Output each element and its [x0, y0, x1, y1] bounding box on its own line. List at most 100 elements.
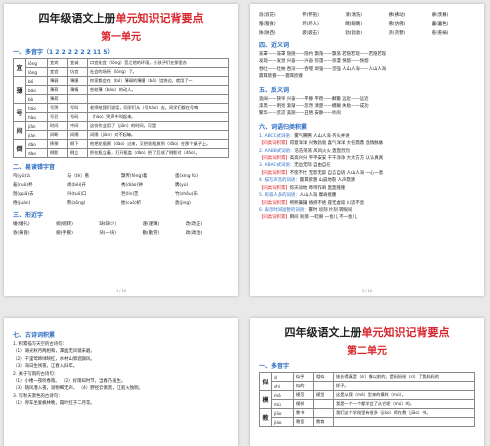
category-tag: 4. 描写声音的词语：: [259, 178, 300, 184]
word-categories-list: 1. ABCC式词语：雾气腾腾 人山人海 齐头并进 【同类词积累】得意洋洋 兴致勃…: [259, 133, 475, 222]
easy-word: 飘传(fēng)着: [121, 174, 148, 179]
pinyin-cell: dǎo: [25, 139, 48, 149]
pinyin-cell: jiàn: [25, 130, 48, 140]
word-cell: 似乎: [293, 372, 314, 382]
word-cell: 中间: [67, 121, 88, 131]
easy-word: 竟(jìng): [175, 201, 191, 206]
category-text: 无边无际 自由自在: [294, 163, 331, 169]
table-row: bò 薄荷: [14, 94, 229, 104]
category-item: 【同类词积累】瞬间 刹那 一眨眼 一会儿 不一会儿: [259, 214, 475, 221]
similar-word: 浪(浪花): [259, 13, 276, 18]
similar-word: 婉(婉转): [56, 222, 73, 227]
antonyms-list: 宽阔——狭窄 兴奋——平静 平稳——颠簸 远近——远近 漆黑——明亮 渐渐——忽然…: [259, 96, 475, 118]
example-cell: 些较薄（báo）的动人。: [87, 85, 229, 95]
poetry-line: （2）千里莺啼绿映红，水村山郭酒旗风。: [13, 356, 95, 362]
pinyin-cell: sì: [271, 372, 294, 382]
category-text: 人山人海 摩肩接踵: [299, 193, 337, 199]
word-cell: 倒影: [47, 148, 68, 158]
similar-word: 贪(贪婪): [388, 31, 406, 36]
table-row: dào 倒影 倒立 把花瓶立着，打开瓶盖（dào）把了后成了倒影对（dǎo）。: [14, 148, 229, 158]
table-row: 似 sì 似乎 相似 她长得真是（sì）像以前的，是妈妈给（sì）了我妈妈的: [259, 372, 475, 391]
poetry-line: （1）湖光秋月两相和，潭面无风镜未磨。: [13, 349, 95, 355]
section-heading: 五、反义词: [259, 86, 290, 94]
easy-word: 隅(yú): [175, 183, 189, 188]
section-heading: 四、近义词: [259, 42, 290, 49]
section-heading: 七、古诗词积累: [13, 332, 56, 339]
synonym-line: 吞吐——吐纳 吞没——吞噬 顽强——坚强 人山人海——人山人海: [259, 66, 387, 72]
category-tag: 【同类词积累】: [259, 156, 290, 162]
poetry-list: 1. 积累描写天空的古诗句： （1）湖光秋月两相和，潭面无风镜未磨。 （2）千里莺啼…: [13, 341, 229, 408]
word-cell: 教育: [313, 417, 334, 427]
pinyin-cell: lóng: [25, 58, 48, 68]
category-text: 霎时 顷刻 片刻 转眼间: [308, 207, 353, 213]
word-cell: 薄情: [67, 85, 88, 95]
example-cell: 我是一个一个都学会了从它呢（mú）的。: [333, 399, 475, 409]
word-cell: 号叫: [67, 103, 88, 113]
category-item: 3. ABAC式词语：无边无际 自由自在: [259, 162, 475, 169]
table-row: 薄 bó 薄弱 薄膜 你家都会在（bó）薄弱的薄膜（bó）饶饼边，就用了一: [13, 76, 229, 104]
example-cell: 这是从我（mó）型来的模样（mú）。: [333, 390, 475, 400]
section-heading: 六、词语归类积累: [259, 123, 308, 131]
document-page-1: 四年级语文上册单元知识记背要点 第一单元 一、多音字（1 2 2 2 2 2 2…: [4, 4, 238, 296]
category-text: 雾气腾腾 人山人海 齐头并进: [294, 133, 350, 139]
similar-word: 惹(惹祸): [431, 31, 449, 36]
word-cell: 间断: [47, 130, 68, 140]
category-text: 惊天动地 哗哗作响 轰轰隆隆: [289, 185, 346, 191]
similar-word: 勤(勤劳): [142, 231, 160, 236]
similar-word: 怀(怀抱): [302, 13, 319, 18]
easy-word: 泄(lín)苦: [121, 192, 139, 197]
word-cell: 号哭: [47, 103, 68, 113]
word-cell: 教室: [293, 417, 314, 427]
polyphone-char: 宜: [13, 58, 26, 77]
similar-word: 政(政治): [185, 231, 203, 236]
word-cell: 模范: [293, 390, 314, 400]
title-black: 四年级语文上册: [284, 326, 362, 339]
polyphone-char: 似: [259, 372, 272, 391]
example-cell: 老师给我们说话，同学们从（号háo）去。同学们都在号啕: [87, 103, 229, 113]
page-number: 1 / 10: [115, 289, 127, 293]
title-red: 单元知识记背要点: [361, 326, 450, 339]
category-item: 【同类词积累】不慌不忙 无影无踪 自言自语 人山人海 一心一意: [259, 170, 475, 177]
example-cell: 样子。: [333, 381, 475, 391]
similar-word: 袭(袭击): [302, 31, 319, 36]
table-row: 号 háo 号哭 号叫 老师给我们说话，同学们从（号háo）去。同学们都在号啕: [13, 103, 229, 122]
table-row: shì 似的 样子。: [260, 381, 475, 391]
pinyin-cell: shì: [271, 381, 294, 391]
document-page-2: 浪(浪花) 怀(怀抱) 清(清洗) 拂(拂动) 慕(羡慕) 粮(粮食) 坏(坏人) 睛(眼睛)…: [250, 4, 484, 296]
word-cell: 宜宾: [47, 58, 68, 68]
table-row: lòng 宜宜 坑宜 社会的场所（lóng）了。: [14, 67, 229, 77]
word-cell: 间隔: [67, 130, 88, 140]
pinyin-cell: lòng: [25, 67, 48, 77]
pinyin-cell: jiān: [25, 121, 48, 131]
pinyin-cell: mú: [271, 399, 294, 409]
word-cell: 薄荷: [47, 85, 68, 95]
table-row: báo 薄荷 薄情 些较薄（báo）的动人。: [14, 85, 229, 95]
easy-word: 秀(diào)钟: [121, 183, 143, 188]
word-cell: 倒下: [67, 139, 88, 149]
similar-words-grid: 婚(婚礼) 婉(婉转) 缺(缺少) 谨(谨慎) 改(改正) 昏(黄昏) 腕(手腕) 块(一块)…: [13, 221, 229, 236]
polyphone-char: 倒: [13, 139, 26, 158]
title-red: 单元知识记背要点: [115, 12, 204, 25]
polyphone-table: 似 sì 似乎 相似 她长得真是（sì）像以前的，是妈妈给（sì）了我妈妈的 shì 似的 样…: [259, 372, 475, 427]
category-tag: 【同类词积累】: [259, 170, 290, 176]
synonyms-list: 笼罩——笼罩 隐隐——隐约 飘荡——飘荡 若隐若现——若隐若现 发现——发觉 兴奋…: [259, 51, 475, 81]
pinyin-cell: dào: [25, 148, 48, 158]
pinyin-cell: háo: [25, 103, 48, 113]
pinyin-cell: bò: [25, 94, 48, 104]
section-heading: 二、易读错字音: [13, 164, 56, 171]
table-row: 间 jiān 时间 中间 这份作业用了（jiān）的时间，可是: [13, 121, 229, 140]
category-item: 2. AABB式词语：浩浩荡荡 风风火火 轰轰烈烈: [259, 148, 475, 155]
similar-word: 缺(缺少): [99, 222, 116, 227]
word-cell: 似的: [293, 381, 314, 391]
poetry-line: 1. 积累描写天空的古诗句：: [13, 342, 67, 347]
example-cell: [333, 417, 475, 427]
pinyin-cell: bó: [25, 76, 48, 86]
word-cell: 倒立: [67, 148, 88, 158]
poetry-line: 2. 关于写雨的古诗句：: [13, 371, 59, 377]
similar-word: 睛(眼睛): [345, 22, 362, 27]
example-cell: [87, 94, 229, 104]
category-item: 5. 形容人多的词语：人山人海 摩肩接踵: [259, 192, 475, 199]
polyphone-table: 宜 lóng 宜宾 宜诚 口宜化宜（lóng）音之地的环境，小孩子们在那里办 lòng 宜宜…: [13, 58, 229, 158]
category-text: 瞬间 刹那 一眨眼 一会儿 不一会儿: [289, 215, 357, 221]
section-heading: 三、形近字: [13, 212, 44, 219]
